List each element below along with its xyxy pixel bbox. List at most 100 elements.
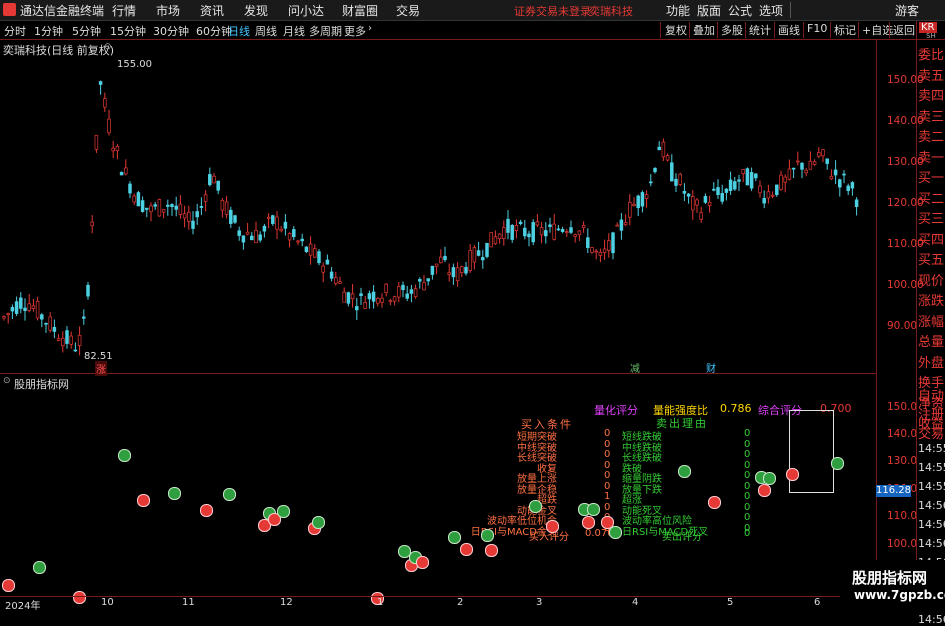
sell-signal-badge[interactable] <box>33 561 46 574</box>
tongji-button[interactable]: 统计 <box>749 22 771 38</box>
marker-cai[interactable]: 财 <box>706 360 716 375</box>
sell-signal-badge[interactable] <box>277 505 290 518</box>
menu-item-jiaoyi[interactable]: 交易 <box>396 2 420 19</box>
period-30min[interactable]: 30分钟 <box>153 23 189 39</box>
fuquan-button[interactable]: 复权 <box>665 22 687 38</box>
sell-signal-badge[interactable] <box>609 526 622 539</box>
sell-signal-badge[interactable] <box>168 487 181 500</box>
buy-signal-badge[interactable] <box>2 579 15 592</box>
user-label[interactable]: 游客 <box>895 2 919 19</box>
sell-condition-value: 0 <box>744 480 751 492</box>
menu-item-xuanxiang[interactable]: 选项 <box>759 2 783 19</box>
kline-chart[interactable] <box>0 40 876 373</box>
duogu-button[interactable]: 多股 <box>721 22 743 38</box>
candle-body <box>287 233 292 241</box>
period-daily[interactable]: 日线 <box>228 23 250 39</box>
candle-body <box>237 230 241 236</box>
period-more[interactable]: 更多 <box>344 23 366 39</box>
candle-body <box>422 282 426 291</box>
buy-signal-badge[interactable] <box>546 520 559 533</box>
quote-action-item[interactable]: 自动 <box>918 385 944 404</box>
menu-item-zixun[interactable]: 资讯 <box>200 2 224 19</box>
period-monthly[interactable]: 月线 <box>283 23 305 39</box>
sell-signal-badge[interactable] <box>448 531 461 544</box>
sell-signal-badge[interactable] <box>223 488 236 501</box>
candle-body <box>292 229 296 238</box>
settings-circle-icon[interactable]: ⊙ <box>3 376 11 386</box>
period-1min[interactable]: 1分钟 <box>34 23 63 39</box>
period-weekly[interactable]: 周线 <box>255 23 277 39</box>
sell-signal-badge[interactable] <box>678 465 691 478</box>
candle-body <box>19 297 23 309</box>
candle-body <box>313 248 317 258</box>
candle-body <box>124 167 128 175</box>
quote-action-item[interactable]: 交易 <box>918 423 944 442</box>
candle-body <box>384 283 388 293</box>
candle-body <box>35 300 40 319</box>
indicator-title: 股朋指标网 <box>14 378 69 391</box>
candle-body <box>695 199 699 206</box>
menu-item-gongshi[interactable]: 公式 <box>728 2 752 19</box>
chevron-right-icon[interactable]: › <box>368 23 372 34</box>
candle-body <box>224 201 229 215</box>
huaxian-button[interactable]: 画线 <box>778 22 800 38</box>
menu-item-banmian[interactable]: 版面 <box>697 2 721 19</box>
sell-signal-badge[interactable] <box>118 449 131 462</box>
login-notice[interactable]: 证券交易未登录 <box>514 3 591 19</box>
candle-body <box>359 293 363 297</box>
buy-signal-badge[interactable] <box>786 468 799 481</box>
sell-signal-badge[interactable] <box>312 516 325 529</box>
candle-body <box>279 228 283 232</box>
buy-signal-badge[interactable] <box>708 496 721 509</box>
quote-action-item[interactable]: 注册 <box>918 404 944 423</box>
sell-condition-value: 0 <box>744 449 751 460</box>
candle-body <box>334 277 338 284</box>
f10-button[interactable]: F10 <box>807 22 827 35</box>
buy-signal-badge[interactable] <box>137 494 150 507</box>
candle-body <box>157 199 162 217</box>
candle-body <box>380 297 384 303</box>
buy-condition-value: 1 <box>604 491 611 502</box>
menu-item-hangqing[interactable]: 行情 <box>112 2 136 19</box>
biaoji-button[interactable]: 标记 <box>834 22 856 38</box>
period-fenshi[interactable]: 分时 <box>4 23 26 39</box>
xaxis-label: 6 <box>814 597 821 608</box>
back-button[interactable]: 返回 <box>893 22 915 38</box>
period-multi[interactable]: 多周期 <box>309 23 342 39</box>
quote-item-label: 买一 <box>918 171 945 186</box>
buy-signal-badge[interactable] <box>485 544 498 557</box>
menu-item-caifuquan[interactable]: 财富圈 <box>342 2 378 19</box>
selection-box[interactable] <box>789 410 834 493</box>
kline-yaxis-label: 90.00 <box>887 320 918 332</box>
menu-item-wenxiaoda[interactable]: 问小达 <box>288 2 324 19</box>
period-5min[interactable]: 5分钟 <box>72 23 101 39</box>
period-60min[interactable]: 60分钟 <box>196 23 232 39</box>
tick-time-label: 14:56 <box>918 499 945 512</box>
menu-item-gongneng[interactable]: 功能 <box>666 2 690 19</box>
sell-signal-badge[interactable] <box>587 503 600 516</box>
candle-body <box>363 302 367 309</box>
sell-signal-badge[interactable] <box>831 457 844 470</box>
buy-signal-badge[interactable] <box>758 484 771 497</box>
buy-signal-badge[interactable] <box>200 504 213 517</box>
buy-signal-badge[interactable] <box>582 516 595 529</box>
candle-body <box>577 230 582 236</box>
diejia-button[interactable]: 叠加 <box>693 22 715 38</box>
candle-body <box>161 209 166 213</box>
candle-body <box>304 246 309 252</box>
app-title: 通达信金融终端 <box>20 4 105 18</box>
candle-body <box>644 194 649 199</box>
buy-signal-badge[interactable] <box>416 556 429 569</box>
candle-body <box>6 313 10 316</box>
sell-signal-badge[interactable] <box>529 500 542 513</box>
candle-body <box>766 191 771 199</box>
sell-signal-badge[interactable] <box>481 529 494 542</box>
marker-jian[interactable]: 减 <box>630 360 640 375</box>
candle-body <box>539 227 544 236</box>
menu-item-faxian[interactable]: 发现 <box>244 2 268 19</box>
candle-body <box>392 296 397 302</box>
buy-signal-badge[interactable] <box>460 543 473 556</box>
sell-signal-badge[interactable] <box>763 472 776 485</box>
menu-item-shichang[interactable]: 市场 <box>156 2 180 19</box>
period-15min[interactable]: 15分钟 <box>110 23 146 39</box>
